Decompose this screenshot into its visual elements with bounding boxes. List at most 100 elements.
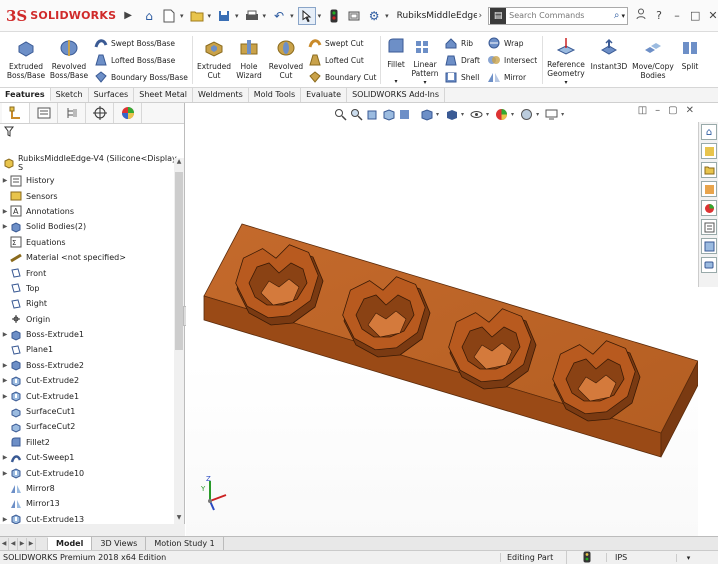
shell-button[interactable]: Shell xyxy=(444,70,479,84)
split-button[interactable]: Split xyxy=(677,38,703,71)
select-arrow-icon[interactable] xyxy=(297,6,316,25)
solidworks-resources-icon[interactable] xyxy=(701,238,717,254)
new-dropdown-icon[interactable]: ▾ xyxy=(180,12,184,20)
user-icon[interactable] xyxy=(636,8,646,23)
dimxpert-tab[interactable] xyxy=(86,103,114,123)
tab-sheet-metal[interactable]: Sheet Metal xyxy=(134,88,193,102)
appearances-icon[interactable] xyxy=(701,200,717,216)
scroll-up-icon[interactable]: ▲ xyxy=(174,158,184,168)
help-icon[interactable]: ? xyxy=(654,9,664,22)
display-manager-tab[interactable] xyxy=(114,103,142,123)
tree-item-history[interactable]: ▶ History xyxy=(0,173,174,188)
expand-arrow-icon[interactable]: ▶ xyxy=(0,331,10,338)
tab-features[interactable]: Features xyxy=(0,88,51,102)
home-icon[interactable]: ⌂ xyxy=(140,7,158,25)
swept-boss-button[interactable]: Swept Boss/Base xyxy=(94,36,175,50)
forum-icon[interactable] xyxy=(701,257,717,273)
expand-arrow-icon[interactable]: ▶ xyxy=(0,393,10,400)
first-tab-icon[interactable]: ◀ xyxy=(0,537,9,550)
search-dropdown-icon[interactable]: ▾ xyxy=(621,12,625,20)
expand-arrow-icon[interactable]: ▶ xyxy=(0,362,10,369)
scroll-down-icon[interactable]: ▼ xyxy=(174,514,184,524)
tab-evaluate[interactable]: Evaluate xyxy=(301,88,348,102)
boundary-cut-button[interactable]: Boundary Cut xyxy=(308,70,376,84)
fillet-dropdown-icon[interactable]: ▾ xyxy=(383,77,409,86)
undo-dropdown-icon[interactable]: ▾ xyxy=(290,12,294,20)
extruded-boss-button[interactable]: Extruded Boss/Base xyxy=(6,38,46,80)
tree-item-plane1[interactable]: Plane1 xyxy=(0,342,174,357)
tree-item-front[interactable]: Front xyxy=(0,265,174,280)
rebuild-icon[interactable] xyxy=(345,7,363,25)
tree-item-cut-extrude1[interactable]: ▶ Cut-Extrude1 xyxy=(0,388,174,403)
lofted-cut-button[interactable]: Lofted Cut xyxy=(308,53,364,67)
configuration-manager-tab[interactable] xyxy=(58,103,86,123)
bottom-tab-motion-study-1[interactable]: Motion Study 1 xyxy=(146,537,224,550)
intersect-button[interactable]: Intersect xyxy=(487,53,537,67)
print-dropdown-icon[interactable]: ▾ xyxy=(263,12,267,20)
graphics-area[interactable]: ◫ – ▢ ✕ ▾ ▾ ▾ ▾ ▾ ▾ Z Y xyxy=(186,103,698,536)
tree-item-boss-extrude1[interactable]: ▶ Boss-Extrude1 xyxy=(0,327,174,342)
tree-item-sensors[interactable]: Sensors xyxy=(0,188,174,203)
tree-item-cut-extrude10[interactable]: ▶ Cut-Extrude10 xyxy=(0,465,174,480)
options-dropdown-icon[interactable]: ▾ xyxy=(385,12,389,20)
tree-item-mirror13[interactable]: Mirror13 xyxy=(0,496,174,511)
tab-surfaces[interactable]: Surfaces xyxy=(89,88,135,102)
tree-item-surfacecut1[interactable]: SurfaceCut1 xyxy=(0,404,174,419)
instant3d-button[interactable]: Instant3D xyxy=(590,38,628,71)
rebuild-status-icon[interactable] xyxy=(566,550,606,564)
reference-geometry-button[interactable]: Reference Geometry ▾ xyxy=(544,36,588,87)
search-mode-icon[interactable]: ▤ xyxy=(490,7,507,24)
maximize-icon[interactable]: □ xyxy=(690,9,700,22)
wrap-button[interactable]: Wrap xyxy=(487,36,524,50)
search-input[interactable]: Search Commands xyxy=(509,11,614,20)
reference-dropdown-icon[interactable]: ▾ xyxy=(544,78,588,87)
save-dropdown-icon[interactable]: ▾ xyxy=(235,12,239,20)
tab-scroll-icon[interactable] xyxy=(36,537,48,550)
tree-item-fillet2[interactable]: Fillet2 xyxy=(0,435,174,450)
tree-item-equations[interactable]: Σ Equations xyxy=(0,235,174,250)
tree-root[interactable]: RubiksMiddleEdge-V4 (Silicone<Display S xyxy=(0,154,184,172)
fillet-button[interactable]: Fillet ▾ xyxy=(383,36,409,86)
tree-item-cut-sweep1[interactable]: ▶ Cut-Sweep1 xyxy=(0,450,174,465)
open-folder-icon[interactable] xyxy=(188,7,206,25)
tree-item-origin[interactable]: Origin xyxy=(0,312,174,327)
expand-arrow-icon[interactable]: ▶ xyxy=(0,516,10,523)
bottom-tab-model[interactable]: Model xyxy=(48,537,93,550)
tab-weldments[interactable]: Weldments xyxy=(193,88,249,102)
move-copy-bodies-button[interactable]: Move/Copy Bodies xyxy=(630,38,676,80)
last-tab-icon[interactable]: ▶ xyxy=(27,537,36,550)
revolved-cut-button[interactable]: Revolved Cut xyxy=(266,38,306,80)
new-document-icon[interactable] xyxy=(160,7,178,25)
expand-arrow-icon[interactable]: ▶ xyxy=(0,208,10,215)
tab-solidworks-add-ins[interactable]: SOLIDWORKS Add-Ins xyxy=(347,88,446,102)
traffic-light-icon[interactable] xyxy=(325,7,343,25)
property-manager-tab[interactable] xyxy=(30,103,58,123)
tree-item-material-not-specified[interactable]: Material <not specified> xyxy=(0,250,174,265)
open-dropdown-icon[interactable]: ▾ xyxy=(208,12,212,20)
document-title-chevron-icon[interactable]: › xyxy=(479,11,483,21)
revolved-boss-button[interactable]: Revolved Boss/Base xyxy=(48,38,90,80)
tree-item-annotations[interactable]: ▶ A Annotations xyxy=(0,204,174,219)
boundary-boss-button[interactable]: Boundary Boss/Base xyxy=(94,70,188,84)
pattern-dropdown-icon[interactable]: ▾ xyxy=(409,78,441,87)
file-explorer-icon[interactable] xyxy=(701,162,717,178)
solidworks-logo[interactable]: 3S SOLIDWORKS ▶ xyxy=(0,0,132,32)
tree-item-boss-extrude2[interactable]: ▶ Boss-Extrude2 xyxy=(0,358,174,373)
design-library-icon[interactable] xyxy=(701,143,717,159)
part-model-3d[interactable] xyxy=(186,103,698,536)
tree-item-surfacecut2[interactable]: SurfaceCut2 xyxy=(0,419,174,434)
search-icon[interactable]: ⌕ xyxy=(614,10,620,21)
expand-arrow-icon[interactable]: ▶ xyxy=(0,377,10,384)
status-units-dropdown-icon[interactable]: ▾ xyxy=(676,553,700,562)
expand-arrow-icon[interactable]: ▶ xyxy=(0,223,10,230)
custom-properties-icon[interactable] xyxy=(701,219,717,235)
extruded-cut-button[interactable]: Extruded Cut xyxy=(196,38,232,80)
lofted-boss-button[interactable]: Lofted Boss/Base xyxy=(94,53,175,67)
select-dropdown-icon[interactable]: ▾ xyxy=(318,12,322,20)
tree-item-solid-bodies-2[interactable]: ▶ Solid Bodies(2) xyxy=(0,219,174,234)
scroll-thumb[interactable] xyxy=(175,172,183,350)
expand-arrow-icon[interactable]: ▶ xyxy=(0,454,10,461)
print-icon[interactable] xyxy=(243,7,261,25)
hole-wizard-button[interactable]: Hole Wizard xyxy=(233,38,265,80)
save-icon[interactable] xyxy=(215,7,233,25)
